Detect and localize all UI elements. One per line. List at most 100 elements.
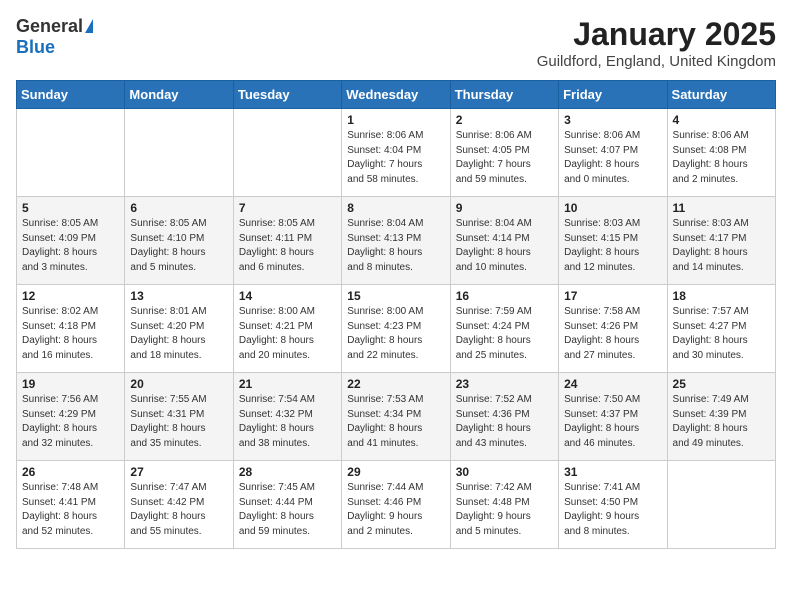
calendar-week-row: 5 Sunrise: 8:05 AM Sunset: 4:09 PM Daylig… (17, 197, 776, 285)
day-info: Sunrise: 8:05 AM Sunset: 4:10 PM Dayligh… (130, 217, 227, 275)
day-info: Sunrise: 8:00 AM Sunset: 4:21 PM Dayligh… (239, 305, 336, 363)
day-number: 18 (673, 289, 770, 303)
day-info: Sunrise: 8:03 AM Sunset: 4:17 PM Dayligh… (673, 217, 770, 275)
day-number: 31 (564, 465, 661, 479)
logo-general-text: General (16, 16, 83, 37)
day-info: Sunrise: 7:58 AM Sunset: 4:26 PM Dayligh… (564, 305, 661, 363)
day-info: Sunrise: 8:02 AM Sunset: 4:18 PM Dayligh… (22, 305, 119, 363)
day-number: 12 (22, 289, 119, 303)
day-info: Sunrise: 7:45 AM Sunset: 4:44 PM Dayligh… (239, 481, 336, 539)
calendar-header-friday: Friday (559, 81, 667, 109)
calendar-cell (667, 461, 775, 549)
day-info: Sunrise: 8:06 AM Sunset: 4:08 PM Dayligh… (673, 129, 770, 187)
calendar-cell: 6 Sunrise: 8:05 AM Sunset: 4:10 PM Daylig… (125, 197, 233, 285)
day-info: Sunrise: 8:04 AM Sunset: 4:14 PM Dayligh… (456, 217, 553, 275)
calendar-cell: 19Sunrise: 7:56 AM Sunset: 4:29 PM Dayli… (17, 373, 125, 461)
calendar-cell: 25Sunrise: 7:49 AM Sunset: 4:39 PM Dayli… (667, 373, 775, 461)
calendar-header-saturday: Saturday (667, 81, 775, 109)
day-info: Sunrise: 7:41 AM Sunset: 4:50 PM Dayligh… (564, 481, 661, 539)
day-number: 24 (564, 377, 661, 391)
day-number: 22 (347, 377, 444, 391)
day-info: Sunrise: 7:53 AM Sunset: 4:34 PM Dayligh… (347, 393, 444, 451)
day-info: Sunrise: 7:57 AM Sunset: 4:27 PM Dayligh… (673, 305, 770, 363)
calendar-cell: 9Sunrise: 8:04 AM Sunset: 4:14 PM Daylig… (450, 197, 558, 285)
calendar-cell: 20 Sunrise: 7:55 AM Sunset: 4:31 PM Dayli… (125, 373, 233, 461)
calendar-cell: 8Sunrise: 8:04 AM Sunset: 4:13 PM Daylig… (342, 197, 450, 285)
calendar-cell: 5 Sunrise: 8:05 AM Sunset: 4:09 PM Daylig… (17, 197, 125, 285)
day-number: 11 (673, 201, 770, 215)
calendar-cell: 31 Sunrise: 7:41 AM Sunset: 4:50 PM Dayli… (559, 461, 667, 549)
day-number: 4 (673, 113, 770, 127)
calendar-header-monday: Monday (125, 81, 233, 109)
day-info: Sunrise: 8:06 AM Sunset: 4:07 PM Dayligh… (564, 129, 661, 187)
calendar-week-row: 19Sunrise: 7:56 AM Sunset: 4:29 PM Dayli… (17, 373, 776, 461)
calendar-cell: 29 Sunrise: 7:44 AM Sunset: 4:46 PM Dayli… (342, 461, 450, 549)
calendar-cell: 14Sunrise: 8:00 AM Sunset: 4:21 PM Dayli… (233, 285, 341, 373)
calendar-cell: 23 Sunrise: 7:52 AM Sunset: 4:36 PM Dayli… (450, 373, 558, 461)
day-number: 3 (564, 113, 661, 127)
calendar-cell (125, 109, 233, 197)
calendar-cell: 28 Sunrise: 7:45 AM Sunset: 4:44 PM Dayli… (233, 461, 341, 549)
day-info: Sunrise: 8:01 AM Sunset: 4:20 PM Dayligh… (130, 305, 227, 363)
calendar-cell: 16 Sunrise: 7:59 AM Sunset: 4:24 PM Dayli… (450, 285, 558, 373)
day-number: 10 (564, 201, 661, 215)
day-info: Sunrise: 7:54 AM Sunset: 4:32 PM Dayligh… (239, 393, 336, 451)
day-number: 1 (347, 113, 444, 127)
day-number: 19 (22, 377, 119, 391)
logo: General Blue (16, 16, 93, 58)
calendar-cell (17, 109, 125, 197)
location-title: Guildford, England, United Kingdom (537, 53, 776, 70)
day-number: 7 (239, 201, 336, 215)
calendar-cell: 27 Sunrise: 7:47 AM Sunset: 4:42 PM Dayli… (125, 461, 233, 549)
day-info: Sunrise: 7:55 AM Sunset: 4:31 PM Dayligh… (130, 393, 227, 451)
day-number: 2 (456, 113, 553, 127)
calendar-cell: 30 Sunrise: 7:42 AM Sunset: 4:48 PM Dayli… (450, 461, 558, 549)
page-header: General Blue January 2025 Guildford, Eng… (16, 16, 776, 70)
calendar-cell: 11 Sunrise: 8:03 AM Sunset: 4:17 PM Dayli… (667, 197, 775, 285)
day-info: Sunrise: 7:59 AM Sunset: 4:24 PM Dayligh… (456, 305, 553, 363)
day-info: Sunrise: 8:03 AM Sunset: 4:15 PM Dayligh… (564, 217, 661, 275)
day-number: 27 (130, 465, 227, 479)
day-info: Sunrise: 8:05 AM Sunset: 4:09 PM Dayligh… (22, 217, 119, 275)
calendar-header-wednesday: Wednesday (342, 81, 450, 109)
day-number: 8 (347, 201, 444, 215)
month-title: January 2025 (537, 16, 776, 53)
day-number: 30 (456, 465, 553, 479)
title-block: January 2025 Guildford, England, United … (537, 16, 776, 70)
day-number: 16 (456, 289, 553, 303)
day-number: 5 (22, 201, 119, 215)
day-info: Sunrise: 8:00 AM Sunset: 4:23 PM Dayligh… (347, 305, 444, 363)
day-info: Sunrise: 8:05 AM Sunset: 4:11 PM Dayligh… (239, 217, 336, 275)
day-number: 20 (130, 377, 227, 391)
calendar-cell: 15Sunrise: 8:00 AM Sunset: 4:23 PM Dayli… (342, 285, 450, 373)
day-info: Sunrise: 7:49 AM Sunset: 4:39 PM Dayligh… (673, 393, 770, 451)
calendar-cell: 2 Sunrise: 8:06 AM Sunset: 4:05 PM Daylig… (450, 109, 558, 197)
calendar-header-thursday: Thursday (450, 81, 558, 109)
calendar-cell: 18 Sunrise: 7:57 AM Sunset: 4:27 PM Dayli… (667, 285, 775, 373)
calendar-cell: 13Sunrise: 8:01 AM Sunset: 4:20 PM Dayli… (125, 285, 233, 373)
day-number: 23 (456, 377, 553, 391)
day-number: 21 (239, 377, 336, 391)
day-info: Sunrise: 7:44 AM Sunset: 4:46 PM Dayligh… (347, 481, 444, 539)
day-info: Sunrise: 7:50 AM Sunset: 4:37 PM Dayligh… (564, 393, 661, 451)
day-info: Sunrise: 7:48 AM Sunset: 4:41 PM Dayligh… (22, 481, 119, 539)
calendar-cell: 17 Sunrise: 7:58 AM Sunset: 4:26 PM Dayli… (559, 285, 667, 373)
calendar-week-row: 12 Sunrise: 8:02 AM Sunset: 4:18 PM Dayli… (17, 285, 776, 373)
day-info: Sunrise: 7:42 AM Sunset: 4:48 PM Dayligh… (456, 481, 553, 539)
logo-blue-text: Blue (16, 37, 55, 58)
calendar-cell: 12 Sunrise: 8:02 AM Sunset: 4:18 PM Dayli… (17, 285, 125, 373)
day-number: 28 (239, 465, 336, 479)
day-number: 6 (130, 201, 227, 215)
logo-triangle-icon (85, 19, 93, 33)
calendar-cell: 7 Sunrise: 8:05 AM Sunset: 4:11 PM Daylig… (233, 197, 341, 285)
day-number: 29 (347, 465, 444, 479)
calendar-header-row: SundayMondayTuesdayWednesdayThursdayFrid… (17, 81, 776, 109)
day-number: 17 (564, 289, 661, 303)
day-info: Sunrise: 7:52 AM Sunset: 4:36 PM Dayligh… (456, 393, 553, 451)
calendar-cell: 10 Sunrise: 8:03 AM Sunset: 4:15 PM Dayli… (559, 197, 667, 285)
day-info: Sunrise: 8:06 AM Sunset: 4:05 PM Dayligh… (456, 129, 553, 187)
day-info: Sunrise: 7:47 AM Sunset: 4:42 PM Dayligh… (130, 481, 227, 539)
day-number: 26 (22, 465, 119, 479)
calendar-header-tuesday: Tuesday (233, 81, 341, 109)
calendar-cell: 4 Sunrise: 8:06 AM Sunset: 4:08 PM Daylig… (667, 109, 775, 197)
